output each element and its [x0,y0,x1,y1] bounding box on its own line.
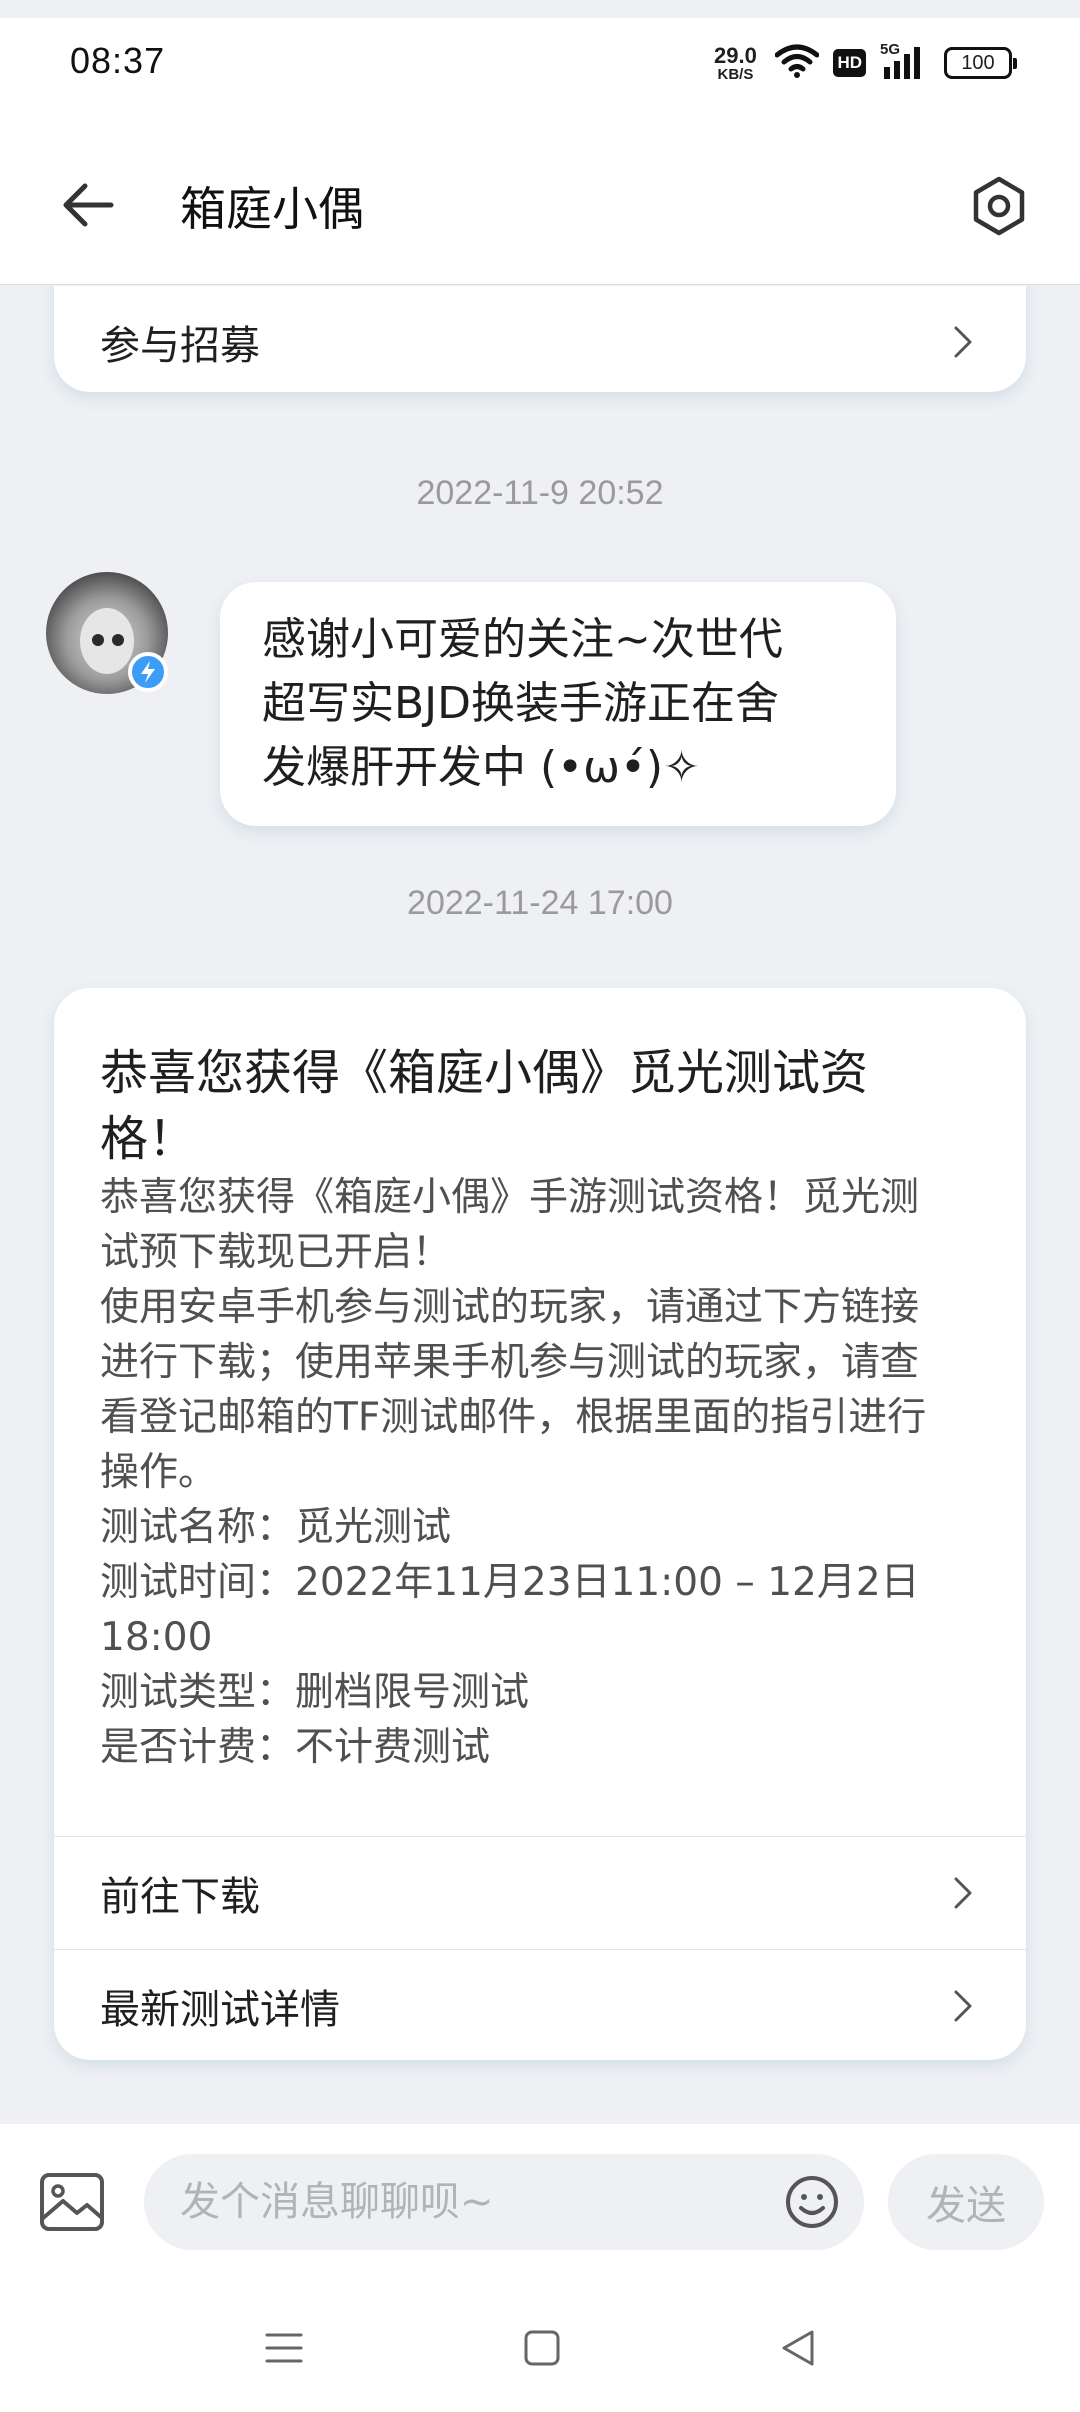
page-title: 箱庭小偶 [180,182,364,236]
notice-body-line: 测试名称：觅光测试 [100,1505,452,1550]
notice-body-line: 看登记邮箱的TF测试邮件，根据里面的指引进行 [100,1395,927,1440]
avatar-eye-right [112,634,124,646]
test-details-row-content: 最新测试详情 [54,1950,1026,2062]
menu-icon [265,2333,303,2363]
nav-back-button[interactable] [758,2316,838,2380]
message-line: 感谢小可爱的关注~次世代 [262,614,783,665]
back-triangle-icon [782,2330,814,2366]
download-label: 前往下载 [100,1874,260,1920]
network-speed-value: 29.0 [714,42,757,68]
lightning-icon [141,661,155,683]
cellular-signal-icon: 5G [880,41,930,81]
notice-body-line: 试预下载现已开启！ [100,1230,452,1275]
notice-body-line: 18:00 [100,1615,213,1660]
message-input[interactable] [180,2154,740,2250]
message-line: 超写实BJD换装手游正在舍 [262,678,780,729]
system-nav-bar [0,2284,1080,2412]
image-button[interactable] [36,2166,108,2238]
send-button[interactable]: 发送 [888,2154,1044,2250]
notice-body: 恭喜您获得《箱庭小偶》手游测试资格！觅光测 试预下载现已开启！ 使用安卓手机参与… [100,1170,990,1775]
notice-body-line: 恭喜您获得《箱庭小偶》手游测试资格！觅光测 [100,1175,920,1220]
battery-indicator: 100 [944,47,1017,79]
verified-badge [128,652,168,692]
status-icons: 29.0 KB/S HD 5G 100 [709,40,1017,86]
test-details-row[interactable]: 最新测试详情 [54,1950,1026,2062]
notice-title: 恭喜您获得《箱庭小偶》觅光测试资 格！ [100,1040,980,1172]
chevron-right-icon [954,1990,972,2022]
notice-body-line: 操作。 [100,1450,218,1495]
emoji-icon [786,2176,838,2228]
message-line: 发爆肝开发中 (•ω•́)✧ [262,742,700,793]
message-input-wrapper [144,2154,864,2250]
home-square-icon [524,2330,560,2366]
image-icon [40,2173,104,2231]
notice-body-line: 测试时间：2022年11月23日11:00 – 12月2日 [100,1560,920,1605]
status-time: 08:37 [70,40,166,81]
message-bubble: 感谢小可爱的关注~次世代 超写实BJD换装手游正在舍 发爆肝开发中 (•ω•́)… [220,582,896,826]
hd-badge: HD [833,49,866,77]
avatar-face [80,608,134,674]
recruit-label: 参与招募 [100,323,260,369]
hexagon-settings-icon [973,176,1025,236]
message-input-bar: 发送 [0,2124,1080,2284]
message-timestamp: 2022-11-9 20:52 [416,474,664,512]
notice-title-line: 恭喜您获得《箱庭小偶》觅光测试资 [100,1045,869,1101]
notice-body-line: 进行下载；使用苹果手机参与测试的玩家，请查 [100,1340,920,1385]
status-bar: 08:37 29.0 KB/S HD 5G 100 [0,0,1080,125]
wifi-icon [774,43,820,83]
chat-area: 参与招募 2022-11-9 20:52 感谢小可爱的关注~次世代 超写实BJD… [0,286,1080,2124]
chevron-right-icon [954,326,972,358]
back-button[interactable] [48,165,128,245]
download-row-content: 前往下载 [54,1837,1026,1949]
emoji-button[interactable] [784,2174,840,2230]
settings-button[interactable] [954,161,1044,251]
recruit-card: 参与招募 [54,286,1026,392]
nav-menu-button[interactable] [244,2316,324,2380]
notice-card: 恭喜您获得《箱庭小偶》觅光测试资 格！ 恭喜您获得《箱庭小偶》手游测试资格！觅光… [54,988,1026,2060]
recruit-row[interactable]: 参与招募 [54,286,1026,398]
notice-body-line: 是否计费：不计费测试 [100,1725,491,1770]
test-details-label: 最新测试详情 [100,1987,340,2033]
download-row[interactable]: 前往下载 [54,1837,1026,1949]
chevron-right-icon [954,1877,972,1909]
avatar-eye-left [92,634,104,646]
back-arrow-icon [63,183,114,227]
network-speed-unit: KB/S [717,65,754,83]
notice-body-line: 测试类型：删档限号测试 [100,1670,530,1715]
network-speed: 29.0 KB/S [709,42,761,83]
notice-body-line: 使用安卓手机参与测试的玩家，请通过下方链接 [100,1285,920,1330]
notice-title-line: 格！ [100,1111,197,1167]
nav-home-button[interactable] [502,2316,582,2380]
notice-timestamp: 2022-11-24 17:00 [407,884,673,922]
app-header: 箱庭小偶 [0,125,1080,285]
